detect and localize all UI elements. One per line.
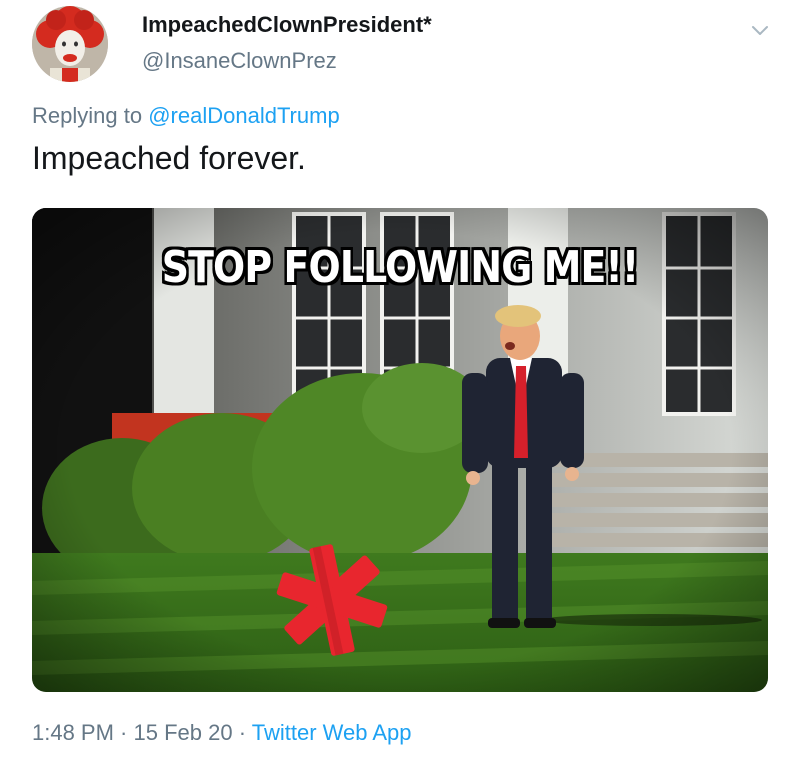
display-name[interactable]: ImpeachedClownPresident* (142, 12, 432, 38)
reply-prefix: Replying to (32, 103, 143, 128)
clown-avatar-icon (32, 6, 108, 82)
tweet: ImpeachedClownPresident* @InsaneClownPre… (0, 0, 800, 763)
tweet-source-link[interactable]: Twitter Web App (252, 720, 412, 745)
tweet-date: 15 Feb 20 (133, 720, 233, 745)
tweet-time: 1:48 PM (32, 720, 114, 745)
chevron-down-icon[interactable] (748, 18, 772, 42)
reply-context: Replying to @realDonaldTrump (32, 103, 340, 129)
reply-mention-link[interactable]: @realDonaldTrump (148, 103, 339, 128)
user-handle[interactable]: @InsaneClownPrez (142, 48, 337, 74)
tweet-text: Impeached forever. (32, 140, 306, 176)
tweet-media-image[interactable]: STOP FOLLOWING ME!! (32, 208, 768, 692)
meme-caption: STOP FOLLOWING ME!! (161, 242, 639, 293)
tweet-meta: 1:48 PM · 15 Feb 20 · Twitter Web App (32, 720, 412, 746)
meta-separator: · (113, 720, 134, 745)
meta-separator: · (232, 720, 252, 745)
avatar[interactable] (32, 6, 108, 82)
